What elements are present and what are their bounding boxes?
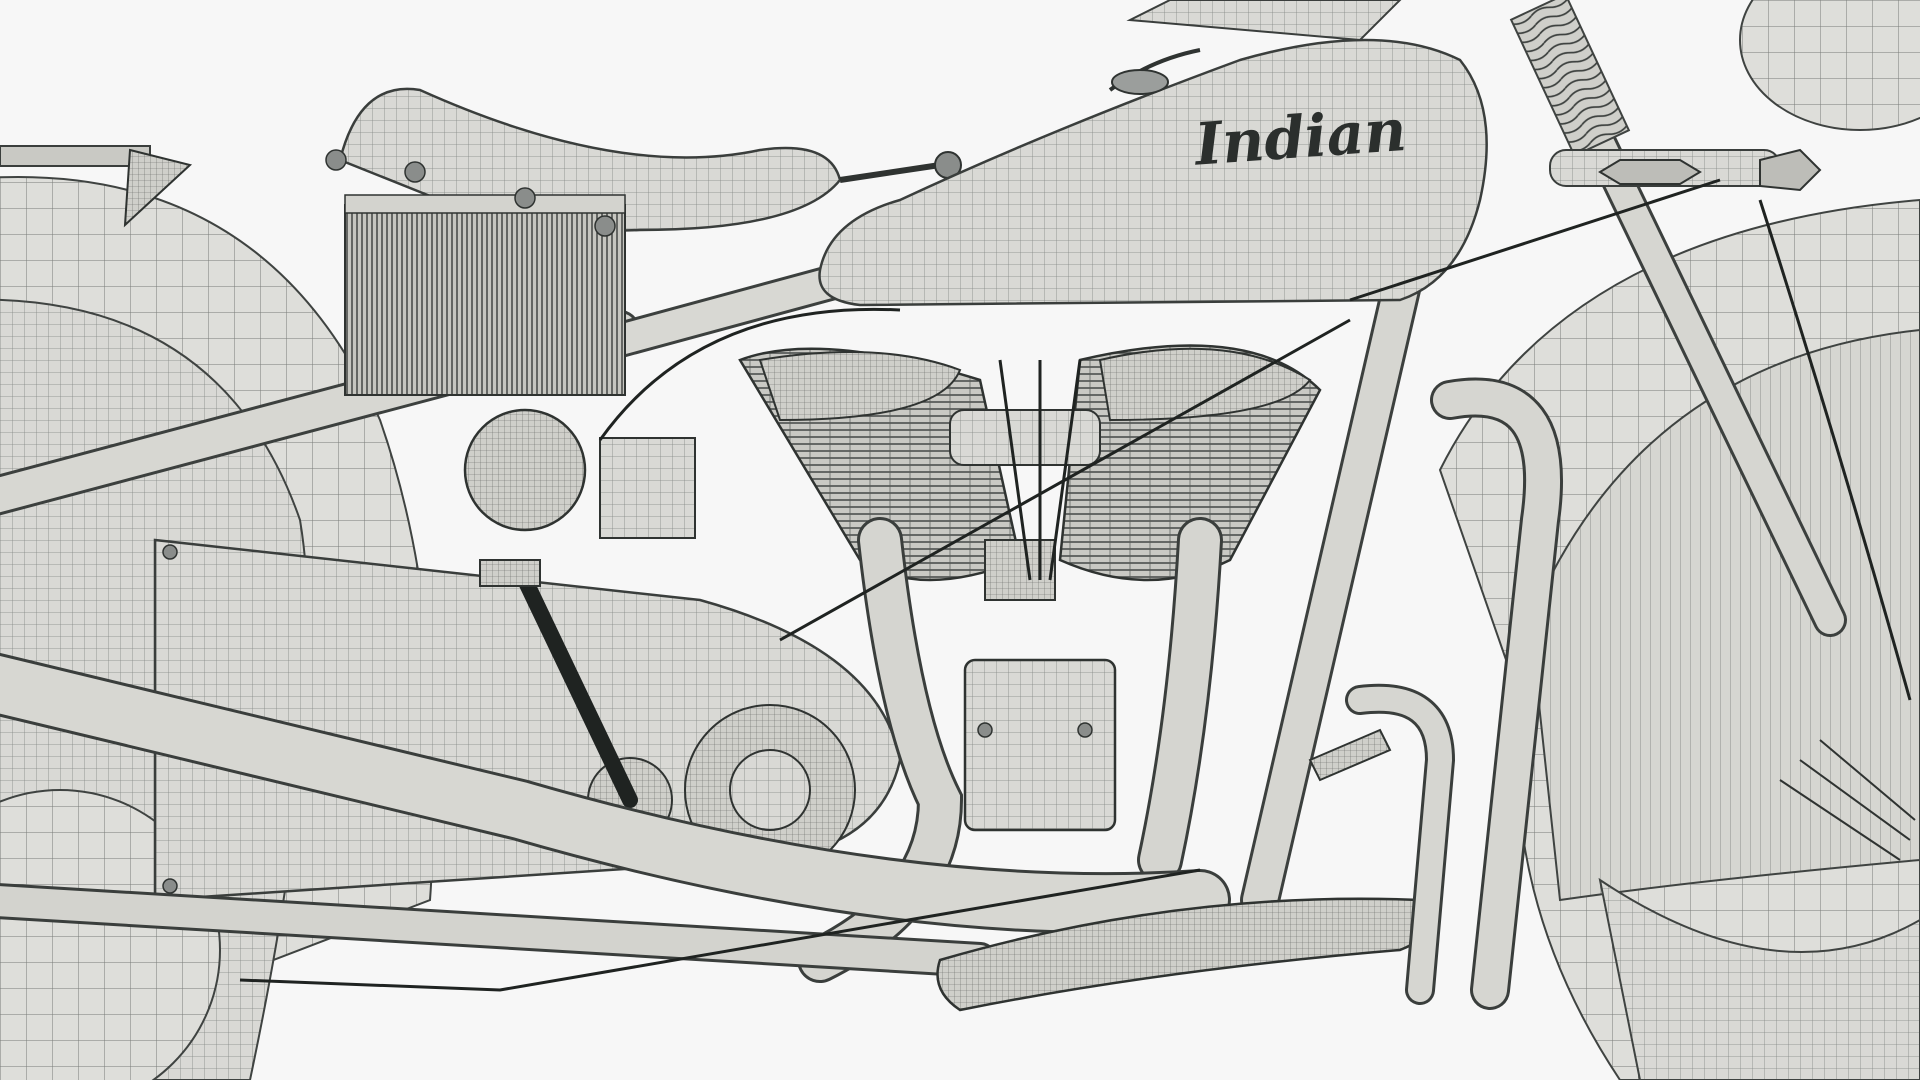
brake-pedal	[1308, 728, 1392, 782]
fuel-tank: Indian	[818, 38, 1488, 307]
render-canvas: Indian	[0, 0, 1920, 1080]
front-springs	[1509, 0, 1920, 157]
generator	[463, 408, 696, 539]
wireframe-motorcycle-render: Indian	[0, 0, 1920, 1080]
